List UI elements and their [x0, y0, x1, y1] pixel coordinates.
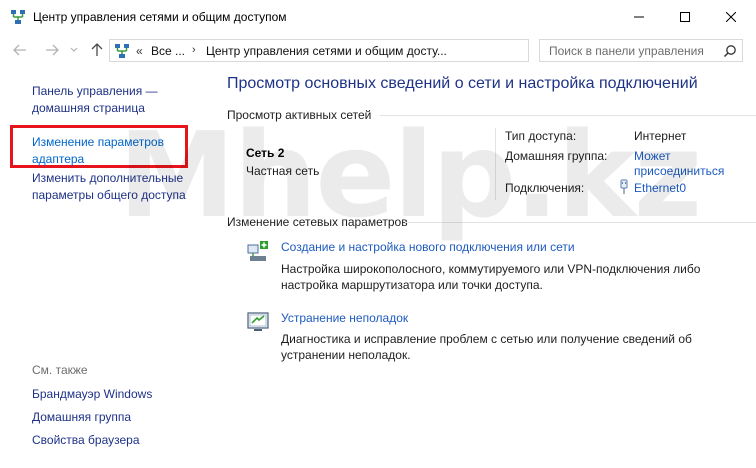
setup-new-connection-link[interactable]: Создание и настройка нового подключения …	[281, 240, 575, 254]
network-center-icon	[115, 44, 129, 58]
search-icon[interactable]	[723, 44, 737, 58]
homegroup-label: Домашняя группа:	[505, 149, 608, 163]
change-settings-heading: Изменение сетевых параметров	[227, 215, 408, 229]
change-adapter-settings-link[interactable]: Изменение параметров адаптера	[32, 134, 182, 168]
homegroup-link[interactable]: Домашняя группа	[32, 410, 131, 424]
search-input[interactable]: Поиск в панели управления	[539, 39, 743, 62]
section-divider	[380, 115, 756, 116]
minimize-icon	[634, 16, 644, 18]
back-button[interactable]	[12, 42, 28, 58]
breadcrumb-overflow[interactable]: «	[136, 44, 143, 58]
vertical-divider	[495, 128, 496, 200]
recent-locations-button[interactable]	[66, 42, 82, 58]
windows-firewall-link[interactable]: Брандмауэр Windows	[32, 387, 152, 401]
troubleshoot-icon	[247, 312, 269, 331]
breadcrumb-separator[interactable]: ›	[192, 44, 196, 56]
title-bar: Центр управления сетями и общим доступом	[0, 0, 756, 34]
active-networks-heading: Просмотр активных сетей	[227, 108, 372, 122]
setup-new-connection-description: Настройка широкополосного, коммутируемог…	[281, 262, 701, 292]
network-type: Частная сеть	[246, 164, 320, 178]
ethernet-connection-link[interactable]: Ethernet0	[634, 181, 744, 196]
close-button[interactable]	[708, 0, 754, 34]
search-placeholder: Поиск в панели управления	[549, 44, 704, 58]
control-panel-home-link[interactable]: Панель управления — домашняя страница	[32, 83, 202, 117]
breadcrumb-current[interactable]: Центр управления сетями и общим досту...	[206, 44, 462, 58]
left-pane: Панель управления — домашняя страница Из…	[0, 66, 215, 468]
navigation-bar: « Все ... › Центр управления сетями и об…	[0, 34, 756, 66]
arrow-up-icon	[91, 43, 103, 56]
maximize-button[interactable]	[662, 0, 708, 34]
address-field[interactable]: « Все ... › Центр управления сетями и об…	[109, 39, 626, 62]
network-center-icon	[11, 10, 25, 24]
see-also-heading: См. также	[32, 363, 88, 377]
troubleshoot-link[interactable]: Устранение неполадок	[281, 311, 408, 325]
new-connection-icon	[247, 241, 268, 261]
access-type-value: Интернет	[634, 129, 687, 143]
close-icon	[726, 12, 736, 22]
troubleshoot-description: Диагностика и исправление проблем с сеть…	[281, 332, 692, 362]
minimize-button[interactable]	[616, 0, 662, 34]
forward-button[interactable]	[44, 42, 60, 58]
section-divider	[405, 222, 756, 223]
ethernet-icon	[620, 179, 628, 194]
advanced-sharing-settings-link[interactable]: Изменить дополнительные параметры общего…	[32, 170, 202, 204]
page-title: Просмотр основных сведений о сети и наст…	[227, 75, 698, 92]
network-name: Сеть 2	[246, 146, 285, 160]
up-button[interactable]	[89, 42, 105, 58]
arrow-right-icon	[46, 44, 59, 56]
breadcrumb-all-items[interactable]: Все ...	[151, 44, 185, 58]
chevron-down-icon	[70, 47, 78, 52]
maximize-icon	[680, 12, 690, 22]
arrow-left-icon	[13, 44, 26, 56]
access-type-label: Тип доступа:	[505, 129, 577, 143]
homegroup-join-link[interactable]: Может присоединиться	[634, 149, 744, 179]
internet-options-link[interactable]: Свойства браузера	[32, 433, 140, 447]
connections-label: Подключения:	[505, 181, 585, 195]
main-content: Просмотр основных сведений о сети и наст…	[215, 66, 756, 468]
window-title: Центр управления сетями и общим доступом	[33, 10, 287, 24]
